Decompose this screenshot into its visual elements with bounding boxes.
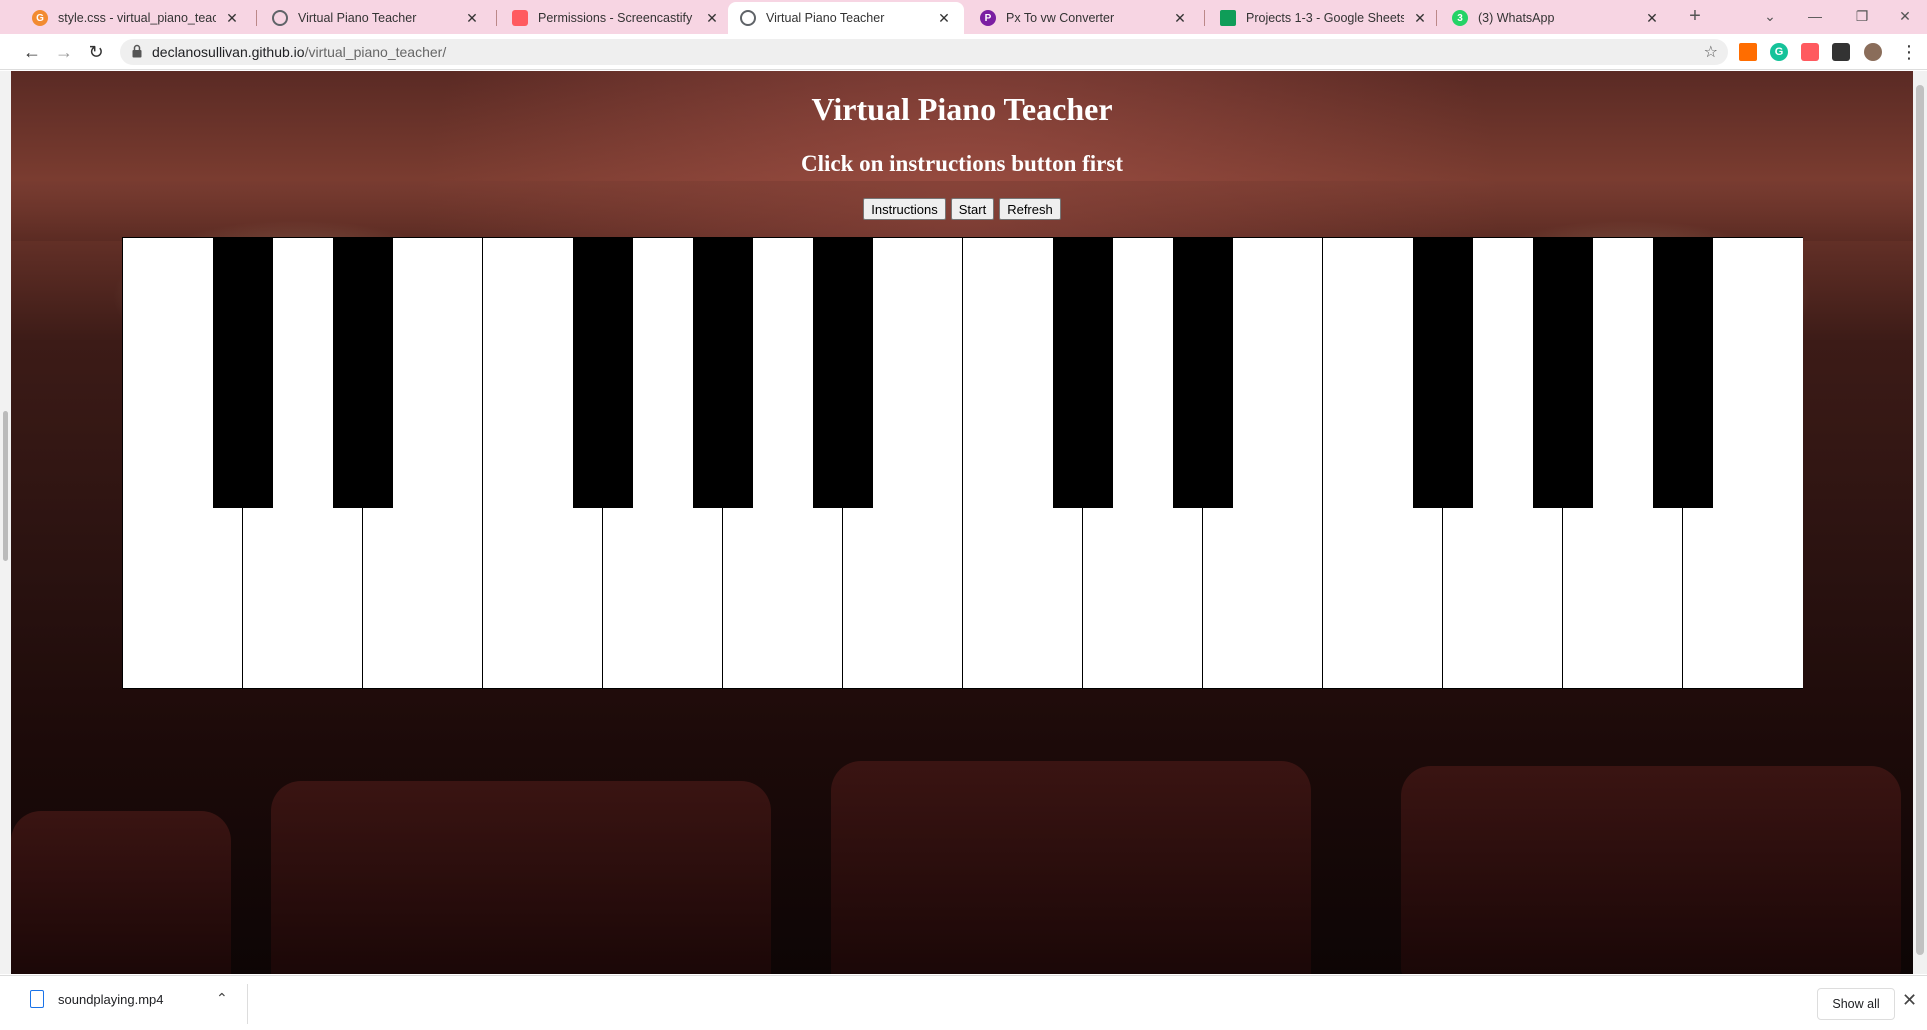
tab-separator (1204, 10, 1205, 26)
black-key[interactable] (1413, 238, 1473, 508)
black-key[interactable] (1653, 238, 1713, 508)
globe-icon (272, 10, 288, 26)
puzzle-extensions-icon[interactable] (1832, 43, 1850, 61)
black-key[interactable] (693, 238, 753, 508)
background-seats (11, 671, 1913, 974)
tab-google-sheets[interactable]: Projects 1-3 - Google Sheets ✕ (1208, 2, 1440, 34)
tab-search-icon[interactable]: ⌄ (1750, 4, 1790, 28)
code-icon: G (32, 10, 48, 26)
restore-icon[interactable]: ❐ (1842, 4, 1882, 28)
page-left-edge (0, 71, 11, 974)
close-icon[interactable]: ✕ (936, 10, 952, 27)
black-key[interactable] (1533, 238, 1593, 508)
close-icon[interactable]: ✕ (1644, 10, 1660, 27)
window-close-icon[interactable]: ✕ (1885, 4, 1925, 28)
tab-separator (256, 10, 257, 26)
tab-strip: G style.css - virtual_piano_teacher ✕ Vi… (0, 0, 1927, 34)
black-key[interactable] (1053, 238, 1113, 508)
seat-shape (271, 781, 771, 974)
seat-shape (831, 761, 1311, 974)
download-filename: soundplaying.mp4 (58, 991, 164, 1007)
url-host: declanosullivan.github.io (152, 44, 305, 60)
reload-icon[interactable]: ↻ (84, 40, 108, 64)
tab-separator (1436, 10, 1437, 26)
screencastify-icon (512, 10, 528, 26)
piano-keyboard (122, 237, 1803, 689)
scrollbar-thumb[interactable] (1916, 85, 1924, 955)
chevron-up-icon[interactable]: ⌃ (216, 990, 228, 1007)
black-key[interactable] (213, 238, 273, 508)
close-icon[interactable]: ✕ (224, 10, 240, 27)
sheets-icon (1220, 10, 1236, 26)
screencastify-extension-icon[interactable] (1801, 43, 1819, 61)
forward-arrow-icon[interactable]: → (52, 40, 76, 64)
back-arrow-icon[interactable]: ← (20, 40, 44, 64)
new-tab-button[interactable]: + (1675, 4, 1715, 28)
download-item[interactable]: soundplaying.mp4 (30, 990, 164, 1008)
page-subtitle: Click on instructions button first (800, 151, 1124, 176)
close-downloads-icon[interactable]: ✕ (1902, 990, 1917, 1011)
black-key[interactable] (813, 238, 873, 508)
tab-virtual-piano-teacher-1[interactable]: Virtual Piano Teacher ✕ (260, 2, 492, 34)
tab-label: Virtual Piano Teacher (298, 11, 417, 25)
tab-label: Permissions - Screencastify (538, 11, 693, 25)
instructions-button[interactable]: Instructions (863, 198, 946, 220)
minimize-icon[interactable]: — (1795, 4, 1835, 28)
menu-kebab-icon[interactable]: ⋮ (1897, 40, 1921, 64)
black-key[interactable] (573, 238, 633, 508)
bookmark-star-icon[interactable]: ☆ (1704, 42, 1718, 62)
p-logo-icon: P (980, 10, 996, 26)
lock-icon (132, 44, 142, 58)
url-text: declanosullivan.github.io/virtual_piano_… (152, 44, 446, 60)
browser-toolbar: ← → ↻ declanosullivan.github.io/virtual_… (0, 34, 1927, 70)
seat-shape (11, 811, 231, 974)
extension-icon[interactable] (1739, 43, 1757, 61)
url-path: /virtual_piano_teacher/ (304, 44, 447, 60)
tab-label: Virtual Piano Teacher (766, 11, 885, 25)
seat-shape (1401, 766, 1901, 974)
close-icon[interactable]: ✕ (1172, 10, 1188, 27)
close-icon[interactable]: ✕ (704, 10, 720, 27)
tab-label: style.css - virtual_piano_teacher (58, 11, 216, 25)
profile-avatar[interactable] (1864, 43, 1882, 61)
page-scrollbar[interactable] (1913, 71, 1927, 974)
video-file-icon (30, 990, 44, 1008)
tab-label: Projects 1-3 - Google Sheets (1246, 11, 1404, 25)
tab-virtual-piano-teacher-active[interactable]: Virtual Piano Teacher ✕ (728, 2, 964, 34)
tab-label: Px To vw Converter (1006, 11, 1115, 25)
grammarly-icon[interactable]: G (1770, 43, 1788, 61)
black-key[interactable] (333, 238, 393, 508)
tab-px-to-vw[interactable]: P Px To vw Converter ✕ (968, 2, 1200, 34)
control-buttons: Instructions Start Refresh (11, 198, 1913, 220)
side-panel-handle[interactable] (3, 411, 8, 561)
page-viewport: Virtual Piano Teacher Click on instructi… (11, 71, 1913, 974)
tab-whatsapp[interactable]: 3 (3) WhatsApp ✕ (1440, 2, 1672, 34)
show-all-button[interactable]: Show all (1817, 988, 1895, 1020)
whatsapp-icon: 3 (1452, 10, 1468, 26)
downloads-bar: soundplaying.mp4 ⌃ Show all ✕ (0, 975, 1927, 1030)
close-icon[interactable]: ✕ (1412, 10, 1428, 27)
refresh-button[interactable]: Refresh (999, 198, 1061, 220)
globe-icon (740, 10, 756, 26)
address-bar[interactable]: declanosullivan.github.io/virtual_piano_… (120, 39, 1728, 65)
page-title: Virtual Piano Teacher (811, 91, 1113, 127)
start-button[interactable]: Start (950, 198, 995, 220)
tab-style-css[interactable]: G style.css - virtual_piano_teacher ✕ (20, 2, 252, 34)
tab-label: (3) WhatsApp (1478, 11, 1555, 25)
tab-separator (496, 10, 497, 26)
close-icon[interactable]: ✕ (464, 10, 480, 27)
tab-permissions-screencastify[interactable]: Permissions - Screencastify ✕ (500, 2, 732, 34)
download-separator (247, 984, 248, 1024)
black-key[interactable] (1173, 238, 1233, 508)
